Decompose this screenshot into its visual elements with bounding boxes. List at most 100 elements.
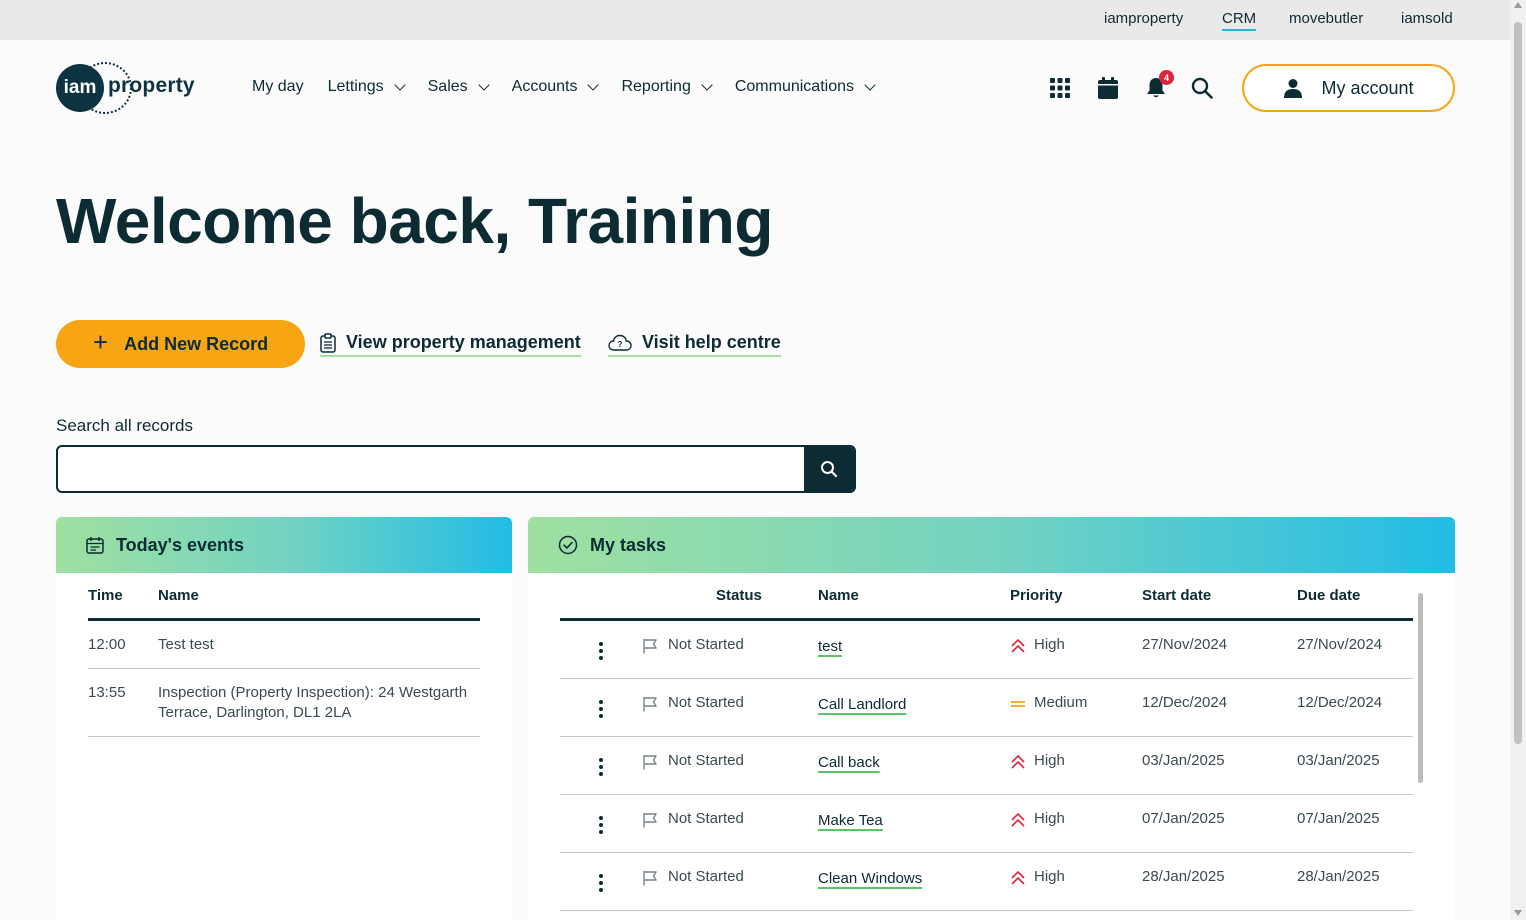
priority-high-icon [1011, 870, 1025, 885]
task-priority: Medium [1034, 694, 1088, 711]
task-priority: High [1034, 868, 1065, 885]
logo[interactable]: iam property [56, 62, 206, 114]
task-name-link[interactable]: Call Landlord [818, 696, 906, 713]
nav-accounts-label: Accounts [511, 78, 578, 95]
calendar-icon [86, 537, 104, 554]
task-name-link[interactable]: Call back [818, 754, 880, 771]
priority-high-icon [1011, 638, 1025, 653]
events-table: Time Name 12:00 Test test 13:55 Inspecti… [88, 587, 480, 737]
search-submit-button[interactable] [804, 447, 854, 491]
task-status: Not Started [668, 810, 744, 827]
column-header-name: Name [158, 587, 199, 604]
logo-mark: iam [56, 64, 104, 112]
table-row: Not Started Call back High 03/Jan/2025 0… [560, 737, 1413, 795]
more-options-icon[interactable] [599, 640, 603, 661]
my-tasks-header: My tasks [528, 517, 1455, 573]
tasks-table-header: Status Name Priority Start date Due date [560, 587, 1413, 621]
more-options-icon[interactable] [599, 756, 603, 777]
event-time: 12:00 [88, 636, 126, 653]
apps-grid-icon[interactable] [1048, 76, 1072, 100]
task-due-date: 07/Jan/2025 [1297, 810, 1380, 827]
task-start-date: 28/Jan/2025 [1142, 868, 1225, 885]
bell-icon[interactable]: 4 [1144, 70, 1174, 100]
notification-count-badge: 4 [1159, 70, 1174, 85]
tasks-scrollbar[interactable] [1418, 593, 1423, 783]
chevron-down-icon [477, 78, 490, 91]
nav-my-day[interactable]: My day [252, 78, 304, 96]
my-account-button[interactable]: My account [1242, 64, 1455, 112]
task-status: Not Started [668, 752, 744, 769]
chevron-down-icon [587, 78, 600, 91]
task-status: Not Started [668, 694, 744, 711]
flag-icon [643, 639, 657, 654]
scroll-thumb[interactable] [1514, 22, 1522, 744]
nav-accounts[interactable]: Accounts [511, 78, 600, 96]
check-circle-icon [558, 535, 578, 555]
chevron-down-icon [864, 78, 876, 91]
flag-icon [643, 871, 657, 886]
task-start-date: 07/Jan/2025 [1142, 810, 1225, 827]
task-status: Not Started [668, 636, 744, 653]
event-name: Inspection (Property Inspection): 24 Wes… [158, 684, 468, 721]
column-header-due-date: Due date [1297, 587, 1361, 604]
view-property-management-label: View property management [346, 332, 581, 352]
more-options-icon[interactable] [599, 814, 603, 835]
nav-sales-label: Sales [427, 78, 468, 95]
nav-reporting[interactable]: Reporting [621, 78, 713, 96]
task-name-link[interactable]: Make Tea [818, 812, 883, 829]
logo-wordmark: property [108, 74, 195, 97]
column-header-start-date: Start date [1142, 587, 1212, 604]
table-row: Not Started Make Tea High 07/Jan/2025 07… [560, 795, 1413, 853]
column-header-status: Status [716, 587, 762, 604]
event-row[interactable]: 13:55 Inspection (Property Inspection): … [88, 669, 480, 737]
page-title: Welcome back, Training [56, 185, 773, 257]
event-time: 13:55 [88, 684, 126, 701]
event-name: Test test [158, 636, 214, 653]
view-property-management-link[interactable]: View property management [320, 332, 581, 357]
nav-communications-label: Communications [734, 78, 854, 95]
todays-events-header: Today's events [56, 517, 512, 573]
util-link-movebutler[interactable]: movebutler [1289, 10, 1363, 27]
more-options-icon[interactable] [599, 872, 603, 893]
page-scrollbar[interactable] [1510, 0, 1526, 920]
util-link-iamsold[interactable]: iamsold [1401, 10, 1453, 27]
add-new-record-button[interactable]: + Add New Record [56, 320, 305, 368]
priority-high-icon [1011, 754, 1025, 769]
task-start-date: 03/Jan/2025 [1142, 752, 1225, 769]
plus-icon: + [92, 327, 109, 357]
more-options-icon[interactable] [599, 698, 603, 719]
column-header-priority: Priority [1010, 587, 1063, 604]
nav-lettings[interactable]: Lettings [328, 78, 406, 96]
flag-icon [643, 697, 657, 712]
priority-medium-icon [1011, 701, 1025, 707]
task-due-date: 03/Jan/2025 [1297, 752, 1380, 769]
cloud-help-icon: ? [608, 334, 632, 351]
nav-reporting-label: Reporting [621, 78, 691, 95]
visit-help-centre-link[interactable]: ? Visit help centre [608, 332, 781, 357]
task-name-link[interactable]: test [818, 638, 842, 655]
add-new-record-label: Add New Record [124, 333, 269, 354]
tasks-table: Status Name Priority Start date Due date… [560, 587, 1413, 911]
event-row[interactable]: 12:00 Test test [88, 621, 480, 669]
calendar-icon[interactable] [1096, 76, 1120, 100]
task-name-link[interactable]: Clean Windows [818, 870, 922, 887]
nav-sales[interactable]: Sales [427, 78, 490, 96]
nav-communications[interactable]: Communications [734, 78, 876, 96]
search-icon [821, 461, 838, 478]
util-link-iamproperty[interactable]: iamproperty [1104, 10, 1183, 27]
task-status: Not Started [668, 868, 744, 885]
task-due-date: 12/Dec/2024 [1297, 694, 1383, 711]
table-row: Not Started Call Landlord Medium 12/Dec/… [560, 679, 1413, 737]
priority-high-icon [1011, 812, 1025, 827]
main-nav: My day Lettings Sales Accounts Reporting… [252, 78, 898, 96]
column-header-name: Name [818, 587, 859, 604]
search-icon[interactable] [1190, 76, 1214, 100]
scroll-down-arrow-icon[interactable] [1514, 910, 1522, 916]
scroll-up-arrow-icon[interactable] [1514, 2, 1522, 8]
todays-events-panel: Today's events Time Name 12:00 Test test… [56, 517, 512, 920]
search-input[interactable] [58, 447, 806, 491]
visit-help-centre-label: Visit help centre [642, 332, 781, 352]
task-start-date: 12/Dec/2024 [1142, 694, 1228, 711]
flag-icon [643, 755, 657, 770]
util-link-crm[interactable]: CRM [1222, 10, 1257, 31]
